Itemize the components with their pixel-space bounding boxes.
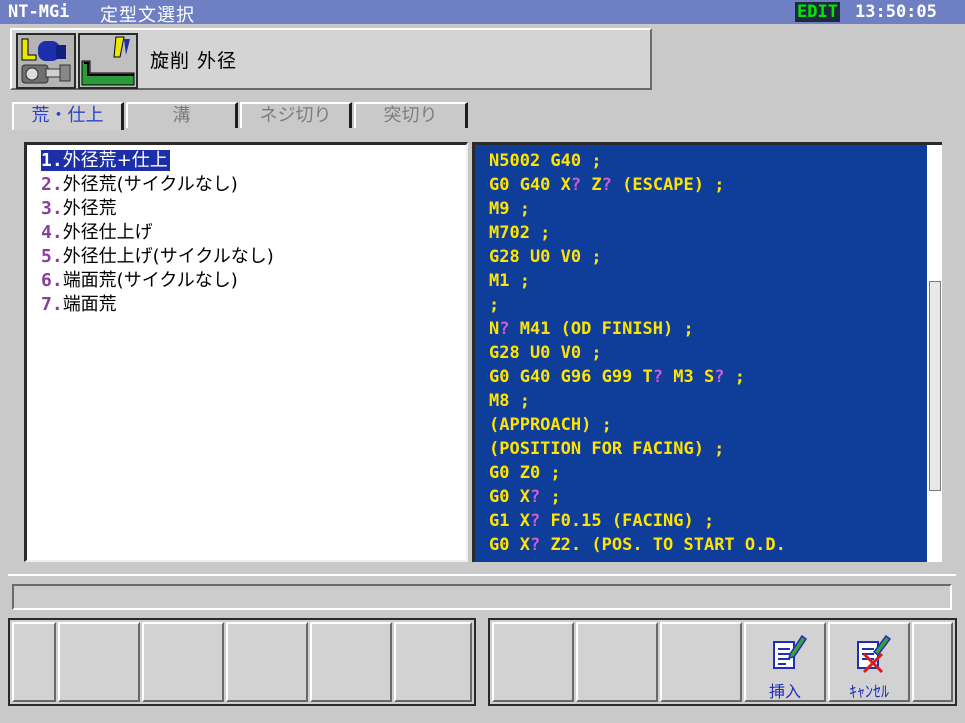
tab-cutoff[interactable]: 突切り	[354, 102, 468, 128]
tab-threading[interactable]: ネジ切り	[240, 102, 352, 128]
function-key-1[interactable]	[12, 622, 56, 702]
function-key-3[interactable]	[142, 622, 224, 702]
app-name: NT-MGi	[8, 2, 70, 22]
code-line: M8 ;	[489, 391, 530, 411]
tab-rough-finish[interactable]: 荒・仕上	[12, 102, 124, 130]
code-line: N? M41 (OD FINISH) ;	[489, 319, 694, 339]
placeholder-mark: ?	[529, 487, 541, 507]
code-line: G28 U0 V0 ;	[489, 247, 602, 267]
mode-badge: EDIT	[795, 2, 840, 22]
program-preview-panel: N5002 G40 ; G0 G40 X? Z? (ESCAPE) ; M9 ; M7…	[472, 142, 942, 562]
placeholder-mark: ?	[570, 175, 582, 195]
list-item-label: 端面荒(サイクルなし)	[62, 270, 238, 291]
function-key-group-right: 挿入 ｷｬﾝｾﾙ	[488, 618, 957, 706]
tab-groove[interactable]: 溝	[126, 102, 238, 128]
code-line: M1 ;	[489, 271, 530, 291]
program-preview[interactable]: N5002 G40 ; G0 G40 X? Z? (ESCAPE) ; M9 ; M7…	[475, 145, 927, 562]
list-item[interactable]: 2.外径荒(サイクルなし)	[41, 173, 238, 197]
screen-title: 定型文選択	[100, 5, 195, 26]
template-list: 1.外径荒+仕上 2.外径荒(サイクルなし) 3.外径荒 4.外径仕上げ 5.外…	[24, 142, 468, 562]
code-line: G0 G40 X? Z? (ESCAPE) ;	[489, 175, 725, 195]
list-item-number: 7.	[41, 294, 63, 315]
list-item[interactable]: 1.外径荒+仕上	[41, 149, 170, 173]
code-line: (APPROACH) ;	[489, 415, 612, 435]
list-item[interactable]: 5.外径仕上げ(サイクルなし)	[41, 245, 274, 269]
code-line: M702 ;	[489, 223, 551, 243]
list-item-number: 6.	[41, 270, 63, 291]
placeholder-mark: ?	[529, 535, 541, 555]
list-item-label: 外径荒(サイクルなし)	[62, 174, 238, 195]
cancel-button-label: ｷｬﾝｾﾙ	[848, 682, 889, 701]
list-item-label: 外径仕上げ	[62, 222, 153, 243]
insert-button[interactable]: 挿入	[744, 622, 826, 702]
code-line: (POSITION FOR FACING) ;	[489, 439, 725, 459]
list-item-label: 外径荒+仕上	[62, 150, 168, 171]
placeholder-mark: ?	[601, 175, 612, 195]
lathe-operation-icon[interactable]	[16, 33, 76, 89]
code-line: M9 ;	[489, 199, 530, 219]
code-line: G0 X? ;	[489, 487, 561, 507]
placeholder-mark: ?	[529, 511, 541, 531]
list-item-number: 4.	[41, 222, 63, 243]
cancel-document-icon	[857, 634, 892, 674]
function-key-9[interactable]	[660, 622, 742, 702]
scrollbar-thumb[interactable]	[929, 281, 941, 491]
message-bar	[12, 584, 952, 610]
function-key-group-left	[8, 618, 476, 706]
list-item[interactable]: 6.端面荒(サイクルなし)	[41, 269, 238, 293]
process-header: 旋削 外径	[10, 28, 652, 90]
function-key-2[interactable]	[58, 622, 140, 702]
code-line: G1 X? F0.15 (FACING) ;	[489, 511, 715, 531]
code-line: G28 U0 V0 ;	[489, 343, 602, 363]
function-key-7[interactable]	[492, 622, 574, 702]
function-key-4[interactable]	[226, 622, 308, 702]
code-line: G0 Z0 ;	[489, 463, 561, 483]
placeholder-mark: ?	[499, 319, 510, 339]
function-key-6[interactable]	[394, 622, 472, 702]
od-turning-tool-icon[interactable]	[78, 33, 138, 89]
cancel-button[interactable]: ｷｬﾝｾﾙ	[828, 622, 910, 702]
code-line: N5002 G40 ;	[489, 151, 602, 171]
list-item[interactable]: 3.外径荒	[41, 197, 117, 221]
list-item-number: 5.	[41, 246, 63, 267]
list-item-number: 2.	[41, 174, 63, 195]
preview-scrollbar[interactable]	[928, 145, 942, 562]
function-key-5[interactable]	[310, 622, 392, 702]
list-item-number: 1.	[41, 150, 63, 171]
list-item[interactable]: 4.外径仕上げ	[41, 221, 153, 245]
process-label: 旋削 外径	[150, 50, 238, 72]
insert-document-icon	[773, 634, 808, 669]
function-key-12[interactable]	[912, 622, 953, 702]
function-key-8[interactable]	[576, 622, 658, 702]
code-line: G0 G40 G96 G99 T? M3 S? ;	[489, 367, 745, 387]
divider	[8, 574, 956, 576]
title-bar: NT-MGi 定型文選択 EDIT 13:50:05	[0, 0, 965, 26]
code-line: ;	[489, 295, 500, 315]
list-item[interactable]: 7.端面荒	[41, 293, 117, 317]
list-item-label: 外径荒	[62, 198, 117, 219]
clock: 13:50:05	[855, 2, 937, 22]
list-item-label: 端面荒	[62, 294, 117, 315]
code-line: G0 X? Z2. (POS. TO START O.D.	[489, 535, 786, 555]
insert-button-label: 挿入	[768, 682, 801, 701]
list-item-label: 外径仕上げ(サイクルなし)	[62, 246, 274, 267]
template-category-tabs: 荒・仕上 溝 ネジ切り 突切り	[12, 102, 482, 130]
list-item-number: 3.	[41, 198, 63, 219]
placeholder-mark: ?	[714, 367, 725, 387]
placeholder-mark: ?	[652, 367, 664, 387]
